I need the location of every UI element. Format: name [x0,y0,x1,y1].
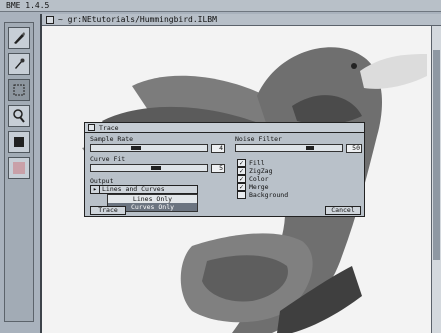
palette-icon[interactable] [8,157,30,179]
trace-dialog-titlebar[interactable]: Trace [85,123,364,133]
curve-fit-slider[interactable] [90,164,208,172]
amiga-screen: BME 1.4.5 ~ gr:NEtutorials/Hummingbird.I… [0,0,441,333]
merge-checkbox-label: Merge [249,183,269,191]
zigzag-checkbox-label: ZigZag [249,167,273,175]
sample-rate-label: Sample Rate [90,135,134,143]
trace-button[interactable]: Trace [90,206,126,215]
output-option-lines-only[interactable]: Lines Only [108,195,197,203]
brush-icon[interactable] [8,27,30,49]
color-checkbox[interactable]: ✓ [237,175,246,183]
cancel-button[interactable]: Cancel [325,206,361,215]
output-label: Output [90,177,114,185]
magnifier-icon[interactable] [8,105,30,127]
output-current-value: Lines and Curves [102,185,165,193]
trace-dialog: Trace Sample Rate 4 Curve Fit 5 Output ▸… [84,122,365,217]
sample-rate-slider-knob[interactable] [131,146,141,150]
screen-title-bar: BME 1.4.5 [0,0,441,12]
color-checkbox-label: Color [249,175,269,183]
noise-filter-label: Noise Filter [235,135,282,143]
vertical-scrollbar[interactable] [431,26,441,333]
cycle-arrow-icon: ▸ [91,186,100,193]
curve-fit-label: Curve Fit [90,155,126,163]
fill-color-icon[interactable] [8,131,30,153]
fill-checkbox-label: Fill [249,159,265,167]
curve-fit-value[interactable]: 5 [211,164,225,173]
fill-checkbox[interactable]: ✓ [237,159,246,167]
sample-rate-slider[interactable] [90,144,208,152]
background-checkbox-label: Background [249,191,289,199]
close-icon[interactable] [88,124,95,131]
noise-filter-slider-knob[interactable] [306,146,314,150]
rectangle-select-icon[interactable] [8,79,30,101]
toolbox [4,22,34,322]
image-window-title: ~ gr:NEtutorials/Hummingbird.ILBM [58,15,217,24]
zigzag-checkbox[interactable]: ✓ [237,167,246,175]
output-cycle-gadget[interactable]: ▸ Lines and Curves [90,185,198,194]
close-icon[interactable] [46,16,54,24]
app-version-label: BME 1.4.5 [6,1,50,10]
merge-checkbox[interactable]: ✓ [237,183,246,191]
eyedropper-icon[interactable] [8,53,30,75]
curve-fit-slider-knob[interactable] [151,166,161,170]
background-checkbox[interactable] [237,191,246,199]
noise-filter-value[interactable]: 50 [346,144,362,153]
noise-filter-slider[interactable] [235,144,343,152]
image-window-titlebar[interactable]: ~ gr:NEtutorials/Hummingbird.ILBM [42,14,441,26]
sample-rate-value[interactable]: 4 [211,144,225,153]
trace-dialog-title: Trace [99,124,119,132]
scrollbar-thumb[interactable] [433,50,440,260]
